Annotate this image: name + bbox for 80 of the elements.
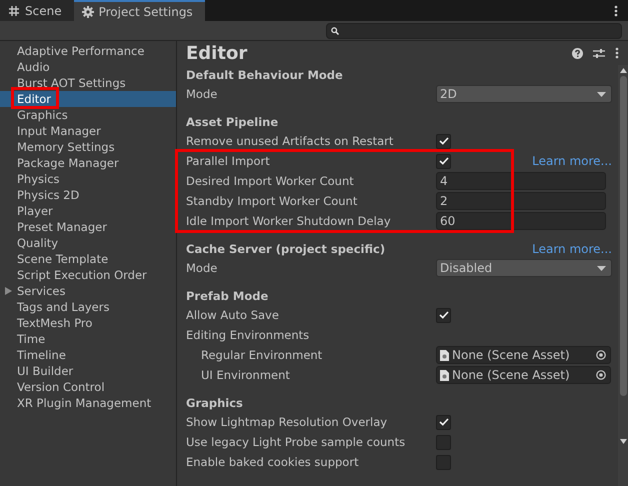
caret-icon [597,266,606,270]
document-icon [440,350,449,360]
field-label: Parallel Import [186,154,271,168]
checkbox[interactable] [436,154,451,168]
sidebar-item[interactable]: Time [0,331,176,347]
sidebar-item[interactable]: Audio [0,59,176,75]
gear-icon [82,6,94,18]
field-label: Editing Environments [186,328,310,342]
sidebar-item[interactable]: Physics [0,171,176,187]
checkbox[interactable] [436,134,451,148]
more-icon[interactable] [614,4,618,16]
mode-dropdown[interactable]: Disabled [436,259,612,277]
sidebar-item[interactable]: XR Plugin Management [0,395,176,411]
sidebar-item[interactable]: UI Builder [0,363,176,379]
sidebar-item[interactable]: Graphics [0,107,176,123]
field-label: Desired Import Worker Count [186,174,355,188]
panel-title: Editor [186,42,248,64]
learn-more-link[interactable]: Learn more... [532,154,612,168]
field-label: Mode [186,261,218,275]
sidebar-item[interactable]: Adaptive Performance [0,43,176,59]
checkbox[interactable] [436,434,451,450]
sidebar-item[interactable]: Memory Settings [0,139,176,155]
object-field[interactable]: None (Scene Asset) [436,346,611,364]
sidebar-item[interactable]: Scene Template [0,251,176,267]
learn-more-link[interactable]: Learn more... [532,242,612,256]
field-label: UI Environment [200,368,291,382]
search-icon [331,26,339,34]
mode-dropdown[interactable]: 2D [436,85,612,103]
number-field[interactable]: 60 [436,212,606,230]
sliders-icon[interactable] [593,48,605,58]
grid-icon [8,4,20,16]
checkbox[interactable] [436,308,451,322]
sidebar-item[interactable]: Package Manager [0,155,176,171]
scroll-up-icon[interactable] [620,68,626,73]
help-icon[interactable] [572,48,583,58]
sidebar-item[interactable]: Tags and Layers [0,299,176,315]
field-label: Allow Auto Save [186,308,280,322]
number-field[interactable]: 2 [436,192,606,210]
number-field[interactable]: 4 [436,172,606,190]
check-icon [438,418,448,426]
tab[interactable]: Project Settings [74,0,205,21]
sidebar-item[interactable]: Player [0,203,176,219]
field-label: Show Lightmap Resolution Overlay [186,415,388,429]
section-title: Graphics [186,396,243,410]
tab[interactable]: Scene [0,0,74,21]
sidebar-item[interactable]: Physics 2D [0,187,176,203]
field-label: Enable baked cookies support [186,455,360,469]
sidebar-item[interactable]: Input Manager [0,123,176,139]
sidebar-item[interactable]: TextMesh Pro [0,315,176,331]
document-icon [440,370,449,380]
section-title: Default Behaviour Mode [186,68,343,82]
field-label: Remove unused Artifacts on Restart [186,134,394,148]
check-icon [438,137,448,145]
field-label: Standby Import Worker Count [186,194,358,208]
object-field[interactable]: None (Scene Asset) [436,366,611,384]
field-label: Regular Environment [200,348,324,362]
sidebar-item[interactable]: Preset Manager [0,219,176,235]
sidebar-item[interactable]: Burst AOT Settings [0,75,176,91]
check-icon [438,311,448,319]
check-icon [438,157,448,165]
sidebar-item[interactable]: Quality [0,235,176,251]
scroll-down-icon[interactable] [620,439,626,444]
sidebar-item[interactable]: Version Control [0,379,176,395]
section-title: Asset Pipeline [186,114,278,128]
sidebar-item[interactable]: Services [0,283,176,299]
section-title: Prefab Mode [186,288,268,302]
expand-arrow-icon[interactable] [5,287,12,295]
checkbox[interactable] [436,454,451,470]
field-label: Mode [186,87,218,101]
field-label: Idle Import Worker Shutdown Delay [186,214,392,228]
more-icon[interactable] [615,47,619,59]
sidebar-item[interactable]: Script Execution Order [0,267,176,283]
scrollbar[interactable] [618,65,628,486]
field-label: Use legacy Light Probe sample counts [186,435,406,449]
section-title: Cache Server (project specific) [186,242,386,256]
sidebar-item[interactable]: Timeline [0,347,176,363]
highlight-frame [11,87,59,109]
search-field[interactable] [326,22,622,38]
caret-icon [597,92,606,96]
checkbox[interactable] [436,414,451,430]
